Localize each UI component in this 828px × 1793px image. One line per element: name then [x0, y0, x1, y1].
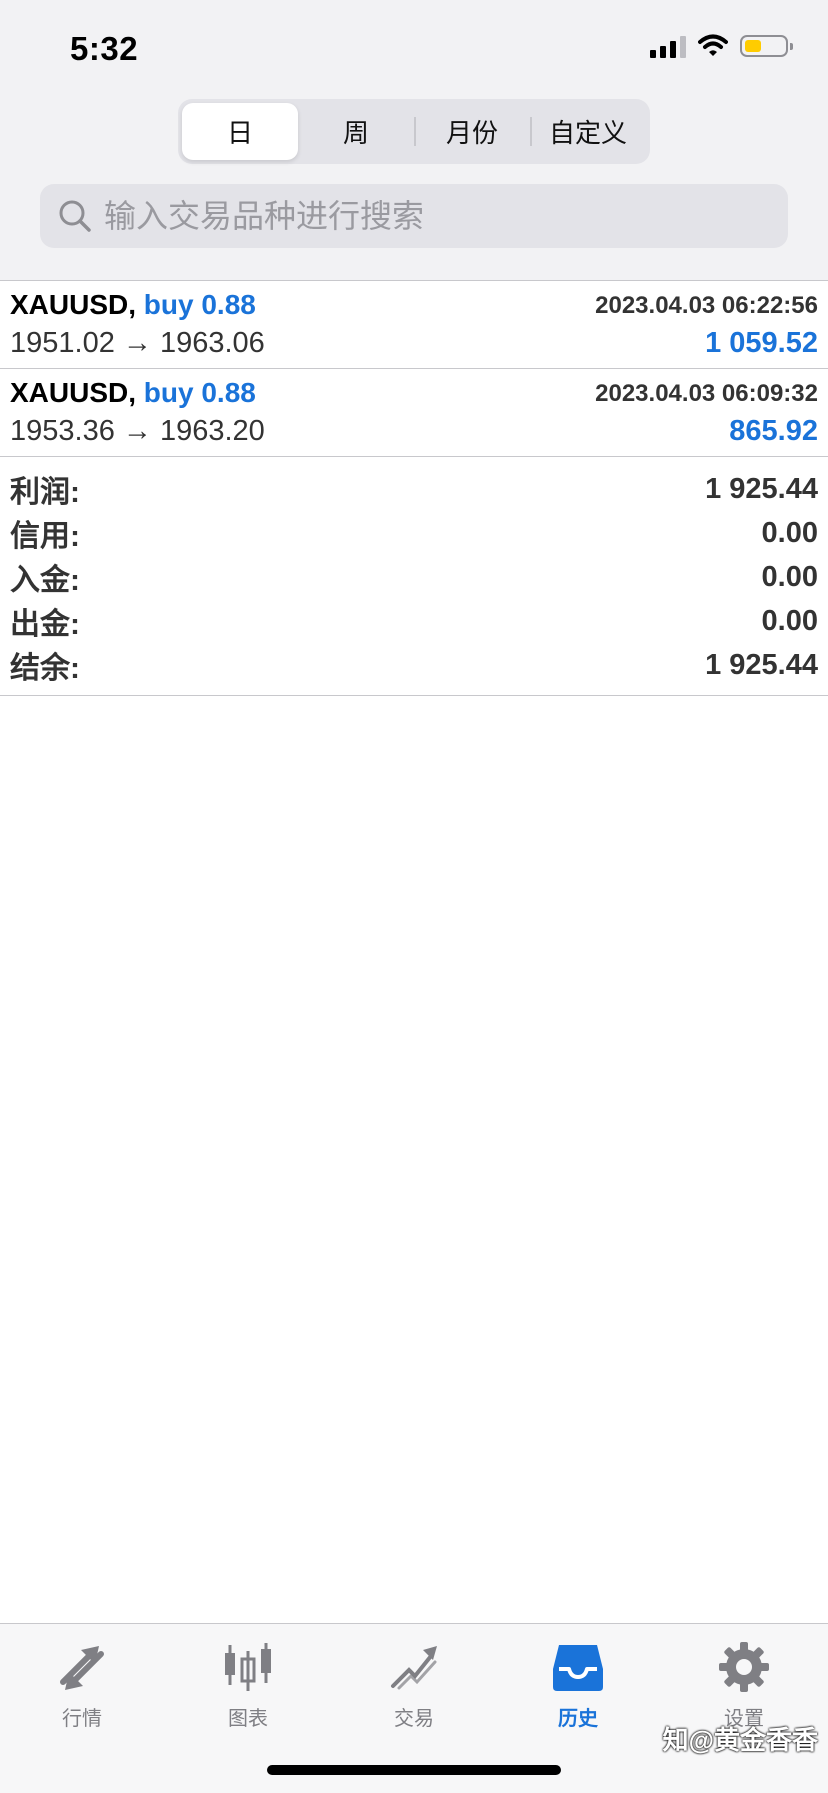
segment-day[interactable]: 日: [182, 103, 298, 160]
summary-label: 入金:: [10, 564, 80, 597]
trade-trend-icon: [354, 1640, 474, 1694]
battery-icon: [740, 35, 793, 57]
quotes-arrows-icon: [22, 1640, 142, 1694]
trade-row[interactable]: XAUUSD, buy 0.88 2023.04.03 06:22:56 195…: [0, 281, 828, 369]
search-icon: [56, 197, 94, 235]
summary-label: 出金:: [10, 608, 80, 641]
search-bar: [40, 184, 788, 248]
status-time: 5:32: [70, 30, 139, 67]
status-icons: [650, 34, 793, 58]
tab-settings[interactable]: 设置: [684, 1640, 804, 1731]
segment-week[interactable]: 周: [298, 103, 414, 160]
trade-symbol-line: XAUUSD, buy 0.88: [10, 377, 256, 409]
summary-value: 0.00: [761, 516, 818, 549]
trade-symbol-line: XAUUSD, buy 0.88: [10, 289, 256, 321]
trade-prices: 1953.36 → 1963.20: [10, 415, 265, 447]
summary-value: 1 925.44: [705, 648, 818, 681]
summary-row-balance: 结余: 1 925.44: [10, 643, 818, 687]
segment-month[interactable]: 月份: [414, 103, 530, 160]
trade-profit: 1 059.52: [705, 327, 818, 359]
tab-trade[interactable]: 交易: [354, 1640, 474, 1731]
summary-row-deposit: 入金: 0.00: [10, 555, 818, 599]
home-indicator[interactable]: [267, 1765, 561, 1775]
summary-value: 1 925.44: [705, 472, 818, 505]
summary-row-profit: 利润: 1 925.44: [10, 467, 818, 511]
segment-custom[interactable]: 自定义: [530, 103, 646, 160]
tab-quotes[interactable]: 行情: [22, 1640, 142, 1731]
summary-value: 0.00: [761, 560, 818, 593]
tab-label: 图表: [228, 1708, 268, 1730]
trade-symbol: XAUUSD,: [10, 289, 137, 320]
tab-label: 行情: [62, 1708, 102, 1730]
history-inbox-icon: [518, 1640, 638, 1694]
tab-charts[interactable]: 图表: [188, 1640, 308, 1731]
tab-label: 历史: [558, 1708, 598, 1730]
trade-direction: buy 0.88: [143, 377, 256, 408]
candlestick-chart-icon: [188, 1640, 308, 1694]
summary-label: 利润:: [10, 476, 80, 509]
tab-history[interactable]: 历史: [518, 1640, 638, 1731]
trade-direction: buy 0.88: [143, 289, 256, 320]
trade-row[interactable]: XAUUSD, buy 0.88 2023.04.03 06:09:32 195…: [0, 369, 828, 457]
summary-row-credit: 信用: 0.00: [10, 511, 818, 555]
wifi-icon: [698, 34, 728, 56]
summary-label: 结余:: [10, 652, 80, 685]
trade-timestamp: 2023.04.03 06:22:56: [595, 292, 818, 319]
summary-row-withdrawal: 出金: 0.00: [10, 599, 818, 643]
tab-label: 交易: [394, 1708, 434, 1730]
period-segmented-control: 日 周 月份 自定义: [178, 99, 650, 164]
cellular-signal-icon: [650, 34, 686, 58]
search-input[interactable]: [102, 196, 766, 236]
trade-symbol: XAUUSD,: [10, 377, 137, 408]
summary-label: 信用:: [10, 520, 80, 553]
summary-section: 利润: 1 925.44 信用: 0.00 入金: 0.00 出金: 0.00 …: [0, 457, 828, 696]
trade-profit: 865.92: [729, 415, 818, 447]
gear-icon: [684, 1640, 804, 1694]
history-list: XAUUSD, buy 0.88 2023.04.03 06:22:56 195…: [0, 280, 828, 696]
watermark: 知@黄金香香: [662, 1725, 818, 1755]
trade-prices: 1951.02 → 1963.06: [10, 327, 265, 359]
trade-timestamp: 2023.04.03 06:09:32: [595, 380, 818, 407]
summary-value: 0.00: [761, 604, 818, 637]
